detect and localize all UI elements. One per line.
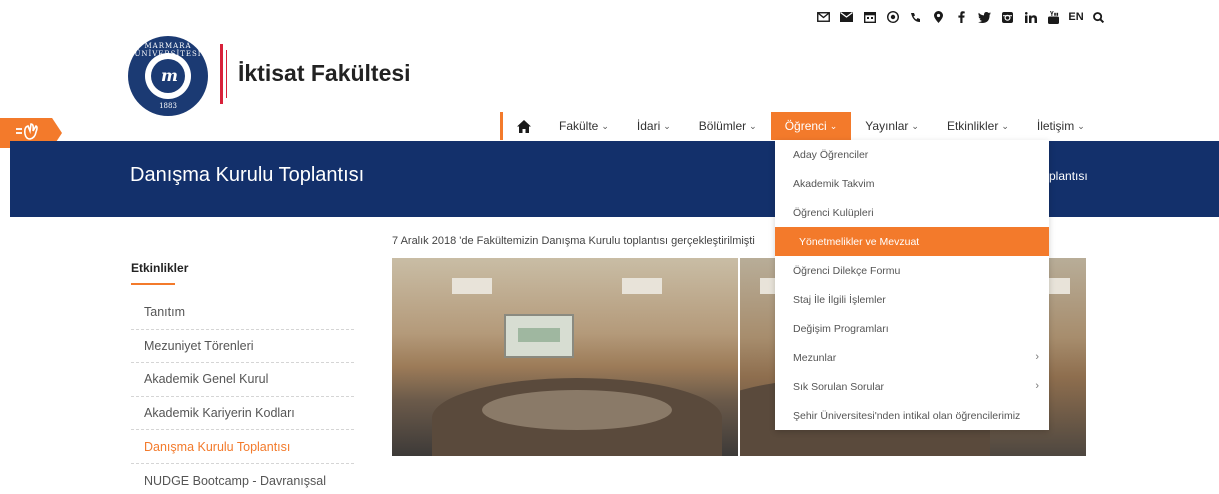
home-icon[interactable]	[503, 112, 545, 140]
chevron-down-icon: ⌄	[911, 120, 919, 131]
logo-separator-thin	[226, 50, 227, 98]
search-icon[interactable]	[1087, 8, 1110, 26]
sidebar-item-akademik-kariyerin-kodlari[interactable]: Akademik Kariyerin Kodları	[131, 397, 354, 431]
calendar-icon[interactable]	[858, 8, 881, 26]
intro-text: 7 Aralık 2018 'de Fakültemizin Danışma K…	[392, 235, 755, 247]
sidebar-heading: Etkinlikler	[131, 261, 189, 275]
nav-item-etkinlikler[interactable]: Etkinlikler ⌄	[933, 112, 1023, 140]
map-marker-icon[interactable]	[927, 8, 950, 26]
chevron-down-icon: ⌄	[749, 120, 757, 131]
logo-separator	[220, 44, 223, 104]
chevron-down-icon: ⌄	[829, 120, 838, 131]
faculty-title[interactable]: İktisat Fakültesi	[238, 60, 411, 87]
meeting-photo-1[interactable]	[392, 258, 738, 456]
sidebar-item-nudge-bootcamp[interactable]: NUDGE Bootcamp - Davranışsal	[131, 464, 354, 494]
dropdown-item-staj-islemleri[interactable]: Staj İle İlgili İşlemler	[775, 285, 1049, 314]
sidebar-item-mezuniyet-torenleri[interactable]: Mezuniyet Törenleri	[131, 330, 354, 364]
dropdown-item-degisim-programlari[interactable]: Değişim Programları	[775, 314, 1049, 343]
chevron-down-icon: ⌄	[663, 120, 671, 131]
globe-icon[interactable]	[881, 8, 904, 26]
sidebar-menu: Tanıtım Mezuniyet Törenleri Akademik Gen…	[131, 296, 354, 494]
dropdown-item-mezunlar[interactable]: Mezunlar ›	[775, 343, 1049, 372]
instagram-icon[interactable]	[996, 8, 1019, 26]
dropdown-item-sehir-universitesi[interactable]: Şehir Üniversitesi'nden intikal olan öğr…	[775, 401, 1049, 430]
dropdown-item-sss[interactable]: Sık Sorulan Sorular ›	[775, 372, 1049, 401]
nav-item-iletisim[interactable]: İletişim ⌄	[1023, 112, 1099, 140]
sidebar-item-akademik-genel-kurul[interactable]: Akademik Genel Kurul	[131, 363, 354, 397]
youtube-icon[interactable]	[1042, 8, 1065, 26]
top-utility-bar: EN	[812, 8, 1110, 26]
breadcrumb: plantısı	[1049, 169, 1088, 183]
nav-item-fakulte[interactable]: Fakülte ⌄	[545, 112, 623, 140]
dropdown-item-akademik-takvim[interactable]: Akademik Takvim	[775, 169, 1049, 198]
chevron-down-icon: ⌄	[1001, 120, 1009, 131]
logo-mark: m	[151, 59, 185, 93]
sidebar-heading-underline	[131, 283, 175, 285]
chevron-down-icon: ⌄	[1077, 120, 1085, 131]
chevron-right-icon: ›	[1035, 351, 1039, 363]
sidebar-item-tanitim[interactable]: Tanıtım	[131, 296, 354, 330]
main-nav: Fakülte ⌄ İdari ⌄ Bölümler ⌄ Öğrenci ⌄ Yayın…	[500, 112, 1099, 140]
dropdown-item-yonetmelikler[interactable]: Yönetmelikler ve Mevzuat	[775, 227, 1049, 256]
projector-screen	[504, 314, 574, 358]
nav-item-yayinlar[interactable]: Yayınlar ⌄	[851, 112, 933, 140]
sidebar-item-danisma-kurulu[interactable]: Danışma Kurulu Toplantısı	[131, 430, 354, 464]
page-title: Danışma Kurulu Toplantısı	[130, 164, 365, 186]
dropdown-item-ogrenci-kulupleri[interactable]: Öğrenci Kulüpleri	[775, 198, 1049, 227]
envelope-outline-icon[interactable]	[812, 8, 835, 26]
nav-item-idari[interactable]: İdari ⌄	[623, 112, 685, 140]
language-switch-en[interactable]: EN	[1065, 8, 1087, 26]
nav-item-bolumler[interactable]: Bölümler ⌄	[685, 112, 771, 140]
nav-item-ogrenci[interactable]: Öğrenci ⌄	[770, 112, 852, 140]
dropdown-item-dilekce-formu[interactable]: Öğrenci Dilekçe Formu	[775, 256, 1049, 285]
dropdown-item-aday-ogrenciler[interactable]: Aday Öğrenciler	[775, 140, 1049, 169]
logo-year: 1883	[159, 102, 177, 110]
envelope-icon[interactable]	[835, 8, 858, 26]
chevron-down-icon: ⌄	[601, 120, 609, 131]
phone-icon[interactable]	[904, 8, 927, 26]
university-logo[interactable]: MARMARA ÜNİVERSİTESİ m 1883	[128, 36, 208, 116]
ogrenci-dropdown-menu: Aday Öğrenciler Akademik Takvim Öğrenci …	[775, 140, 1049, 430]
chevron-right-icon: ›	[1035, 380, 1039, 392]
twitter-icon[interactable]	[973, 8, 996, 26]
facebook-icon[interactable]	[950, 8, 973, 26]
linkedin-icon[interactable]	[1019, 8, 1042, 26]
